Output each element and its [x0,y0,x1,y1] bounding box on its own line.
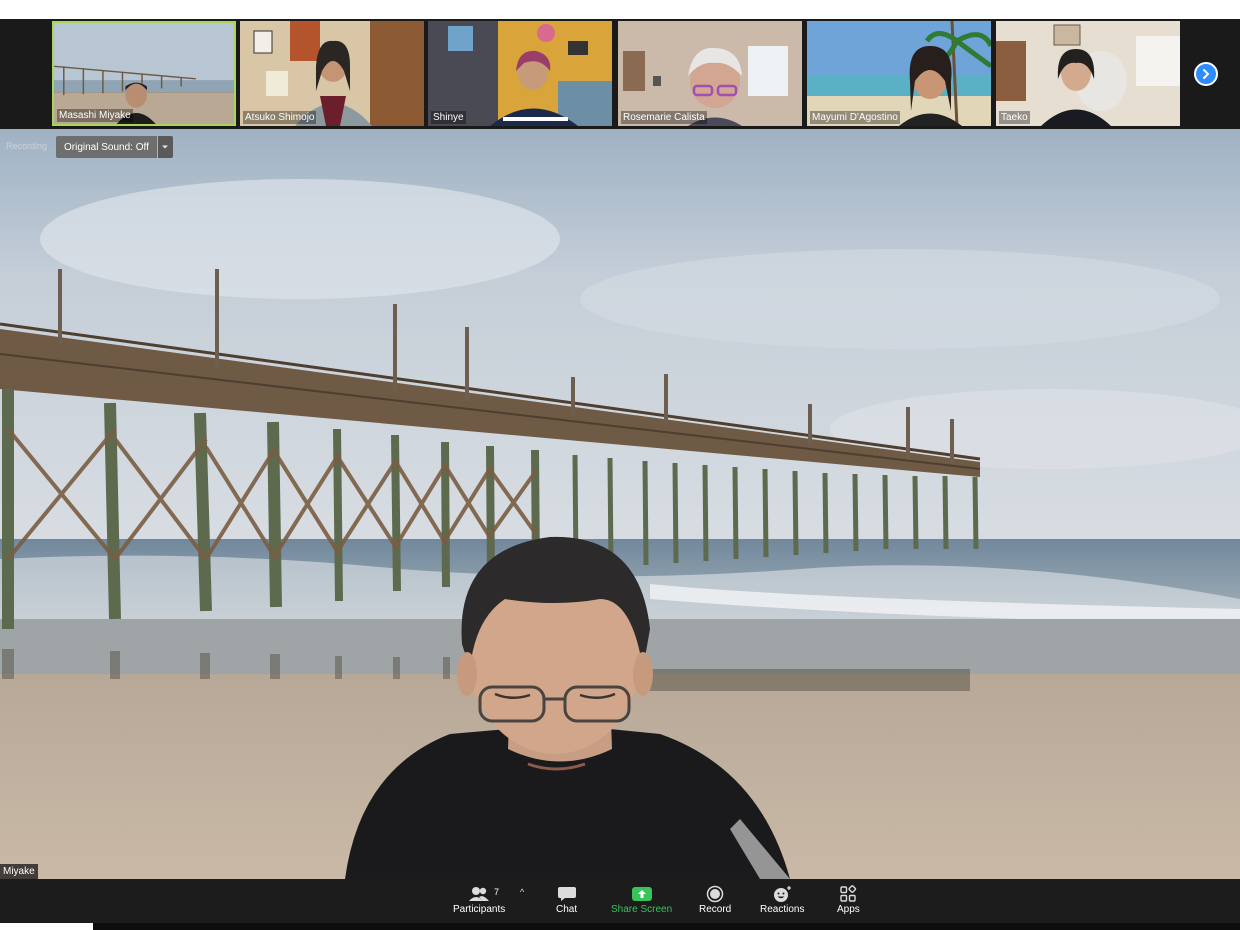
record-icon [706,885,724,903]
main-video: Recording Original Sound: Off Miyake [0,129,1240,879]
chat-label: Chat [556,904,578,915]
participant-name: Masashi Miyake [57,109,133,122]
participants-icon [469,887,490,901]
record-label: Record [699,904,732,915]
participant-name: Taeko [999,111,1030,124]
participant-strip: Masashi Miyake Atsuko Shimojo Shinye Ros… [0,19,1240,129]
participant-tile[interactable]: Mayumi D'Agostino [807,21,991,126]
participant-tile[interactable]: Taeko [996,21,1180,126]
reactions-icon [774,886,792,902]
taskbar-strip [93,923,1240,930]
record-button[interactable]: Record [699,884,731,915]
participant-name: Shinye [431,111,466,124]
participant-name: Mayumi D'Agostino [810,111,900,124]
original-sound-dropdown[interactable] [157,136,173,158]
participant-tile[interactable]: Atsuko Shimojo [240,21,424,126]
participant-name: Rosemarie Calista [621,111,707,124]
original-sound-button[interactable]: Original Sound: Off [56,136,157,158]
participant-name: Atsuko Shimojo [243,111,317,124]
chevron-right-icon [1203,69,1210,79]
meeting-toolbar: Participants 7 ^ Chat Share Screen Recor… [0,879,1240,923]
apps-label: Apps [837,904,860,915]
participants-options-caret[interactable]: ^ [520,887,524,897]
reactions-label: Reactions [760,904,805,915]
next-page-button[interactable] [1194,62,1218,86]
share-screen-label: Share Screen [611,904,673,915]
apps-button[interactable]: Apps [837,884,860,915]
chevron-down-icon [162,145,169,149]
apps-icon [840,885,857,902]
share-screen-button[interactable]: Share Screen [611,884,672,915]
participants-label: Participants [453,904,506,915]
active-speaker-video [0,129,1240,879]
reactions-button[interactable]: Reactions [760,884,804,915]
participant-tile[interactable]: Shinye [428,21,612,126]
original-sound-control: Original Sound: Off [56,136,173,158]
chat-button[interactable]: Chat [556,884,577,915]
chat-icon [557,887,576,901]
recording-indicator: Recording [6,141,48,151]
taskbar-edge [0,923,93,930]
share-screen-icon [631,887,652,901]
active-speaker-name: Miyake [0,864,38,879]
participant-tile[interactable]: Masashi Miyake [52,21,236,126]
participants-count: 7 [494,887,500,897]
participant-tile[interactable]: Rosemarie Calista [618,21,802,126]
